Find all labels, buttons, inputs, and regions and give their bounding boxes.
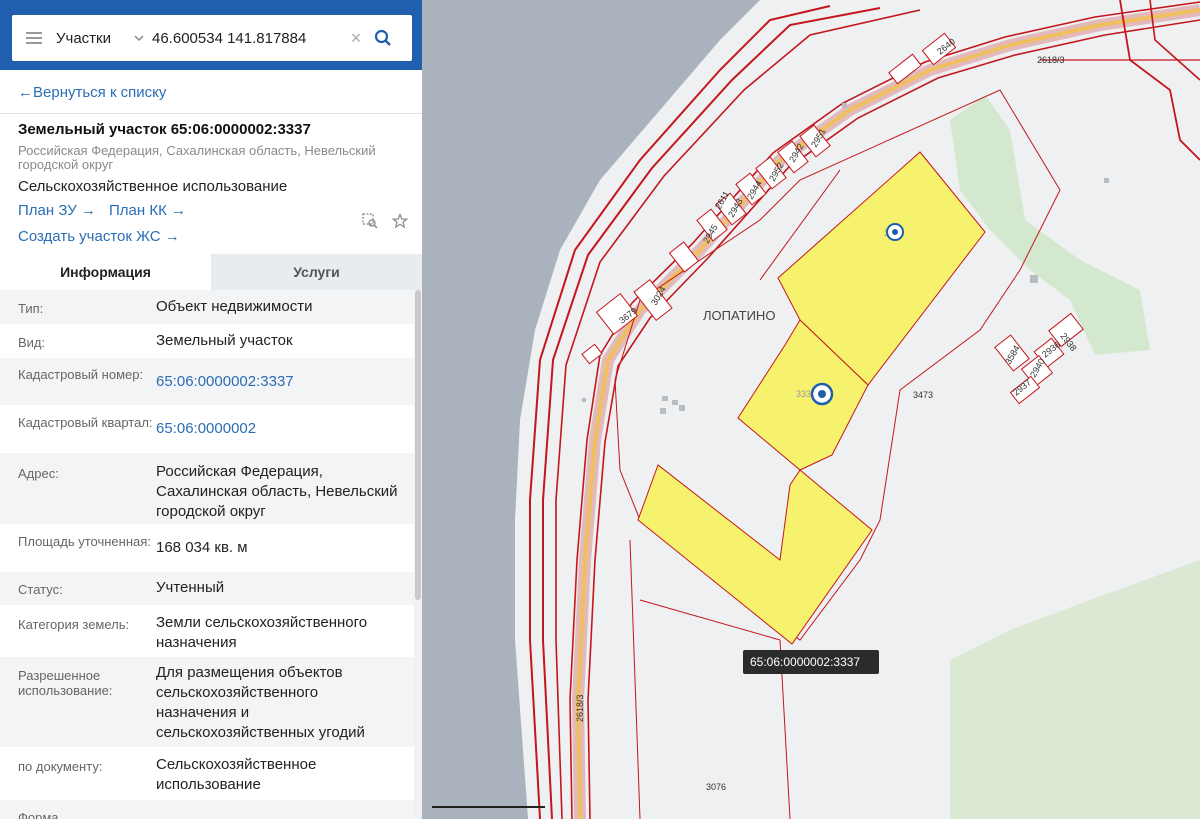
svg-text:3473: 3473 bbox=[913, 390, 933, 400]
info-row-address: Адрес: Российская Федерация, Сахалинская… bbox=[0, 453, 414, 524]
row-label: Разрешенное использование: bbox=[18, 668, 113, 698]
search-box: Участки × bbox=[12, 15, 412, 61]
star-icon[interactable] bbox=[391, 212, 409, 234]
row-label: Адрес: bbox=[18, 466, 59, 481]
layer-select-value[interactable]: Участки bbox=[56, 30, 126, 47]
row-value: Учтенный bbox=[156, 579, 225, 596]
row-value: Земельный участок bbox=[156, 332, 293, 349]
cadastral-quarter-link[interactable]: 65:06:0000002 bbox=[156, 405, 414, 453]
hamburger-icon[interactable] bbox=[12, 15, 56, 61]
info-row-land-category: Категория земель: Земли сельскохозяйстве… bbox=[0, 605, 414, 657]
info-row-cadastral-quarter: Кадастровый квартал: 65:06:0000002 bbox=[0, 405, 414, 453]
settlement-label: ЛОПАТИНО bbox=[703, 308, 775, 323]
row-value: Для размещения объектов сельскохозяйстве… bbox=[156, 664, 365, 741]
plan-kk-link[interactable]: План КК → bbox=[109, 202, 186, 219]
location-pin-icon[interactable] bbox=[886, 223, 904, 241]
row-value: Сельскохозяйственное использование bbox=[156, 756, 317, 793]
row-label: Категория земель: bbox=[18, 617, 130, 632]
row-label: Кадастровый номер: bbox=[18, 367, 144, 382]
row-label: Площадь уточненная: bbox=[18, 534, 151, 549]
row-label: по документу: bbox=[18, 759, 103, 774]
info-table: Тип: Объект недвижимости Вид: Земельный … bbox=[0, 290, 414, 819]
info-row-area: Площадь уточненная: 168 034 кв. м bbox=[0, 524, 414, 572]
search-bar: Участки × bbox=[0, 0, 422, 70]
row-label: Кадастровый квартал: bbox=[18, 415, 153, 430]
magnifier-icon[interactable] bbox=[368, 29, 398, 47]
zoom-to-object-icon[interactable] bbox=[362, 213, 378, 234]
tab-info[interactable]: Информация bbox=[0, 254, 211, 290]
search-input[interactable] bbox=[152, 29, 344, 47]
info-row-by-document: по документу: Сельскохозяйственное испол… bbox=[0, 747, 414, 800]
info-row-status: Статус: Учтенный bbox=[0, 572, 414, 605]
create-zhs-link[interactable]: Создать участок ЖС → bbox=[18, 228, 180, 245]
svg-text:3076: 3076 bbox=[706, 782, 726, 792]
map-tooltip-text: 65:06:0000002:3337 bbox=[750, 655, 860, 669]
row-value: Российская Федерация, Сахалинская област… bbox=[156, 463, 398, 520]
svg-text:2618/3: 2618/3 bbox=[1037, 55, 1065, 65]
map-canvas[interactable]: 2640 2618/3 2951 2942 2952 2944 2943 261… bbox=[422, 0, 1200, 819]
plan-zu-label: План ЗУ bbox=[18, 202, 77, 219]
marker-label: 333 bbox=[796, 389, 811, 399]
info-panel: Участки × ←Вернуться к списку Земельный … bbox=[0, 0, 422, 819]
chevron-down-icon[interactable] bbox=[126, 35, 152, 41]
location-pin-icon[interactable] bbox=[810, 382, 834, 406]
row-value: 168 034 кв. м bbox=[156, 539, 248, 556]
plan-zu-link[interactable]: План ЗУ → bbox=[18, 202, 96, 219]
info-row-type: Тип: Объект недвижимости bbox=[0, 290, 414, 324]
row-label: Вид: bbox=[18, 335, 46, 350]
back-link-label: Вернуться к списку bbox=[33, 84, 167, 101]
arrow-left-icon: ← bbox=[18, 84, 33, 101]
scrollbar-thumb[interactable] bbox=[415, 290, 421, 600]
row-value: Земли сельскохозяйственного назначения bbox=[156, 614, 368, 651]
arrow-right-icon: → bbox=[76, 202, 96, 219]
row-value: Объект недвижимости bbox=[156, 298, 313, 315]
row-value bbox=[156, 800, 414, 819]
panel-scrollbar[interactable] bbox=[414, 290, 422, 819]
object-usage: Сельскохозяйственное использование bbox=[18, 178, 288, 195]
back-to-list-link[interactable]: ←Вернуться к списку bbox=[18, 84, 166, 101]
info-row-kind: Вид: Земельный участок bbox=[0, 324, 414, 358]
row-label: Тип: bbox=[18, 301, 44, 316]
object-address: Российская Федерация, Сахалинская област… bbox=[18, 143, 376, 172]
info-row-form: Форма bbox=[0, 800, 414, 819]
tab-services[interactable]: Услуги bbox=[211, 254, 422, 290]
arrow-right-icon: → bbox=[166, 202, 186, 219]
tabs: Информация Услуги bbox=[0, 254, 422, 290]
clear-icon[interactable]: × bbox=[344, 28, 368, 49]
create-zhs-label: Создать участок ЖС bbox=[18, 228, 161, 245]
info-row-permitted-use: Разрешенное использование: Для размещени… bbox=[0, 657, 414, 747]
object-title: Земельный участок 65:06:0000002:3337 bbox=[18, 121, 311, 138]
arrow-right-icon: → bbox=[160, 228, 180, 245]
tool-icons bbox=[362, 212, 409, 234]
cadastral-number-link[interactable]: 65:06:0000002:3337 bbox=[156, 358, 414, 405]
svg-text:2618/3: 2618/3 bbox=[575, 694, 585, 722]
plan-kk-label: План КК bbox=[109, 202, 167, 219]
row-label: Статус: bbox=[18, 582, 63, 597]
info-row-cadastral-number: Кадастровый номер: 65:06:0000002:3337 bbox=[0, 358, 414, 405]
divider bbox=[0, 113, 422, 114]
row-label: Форма bbox=[18, 810, 59, 819]
